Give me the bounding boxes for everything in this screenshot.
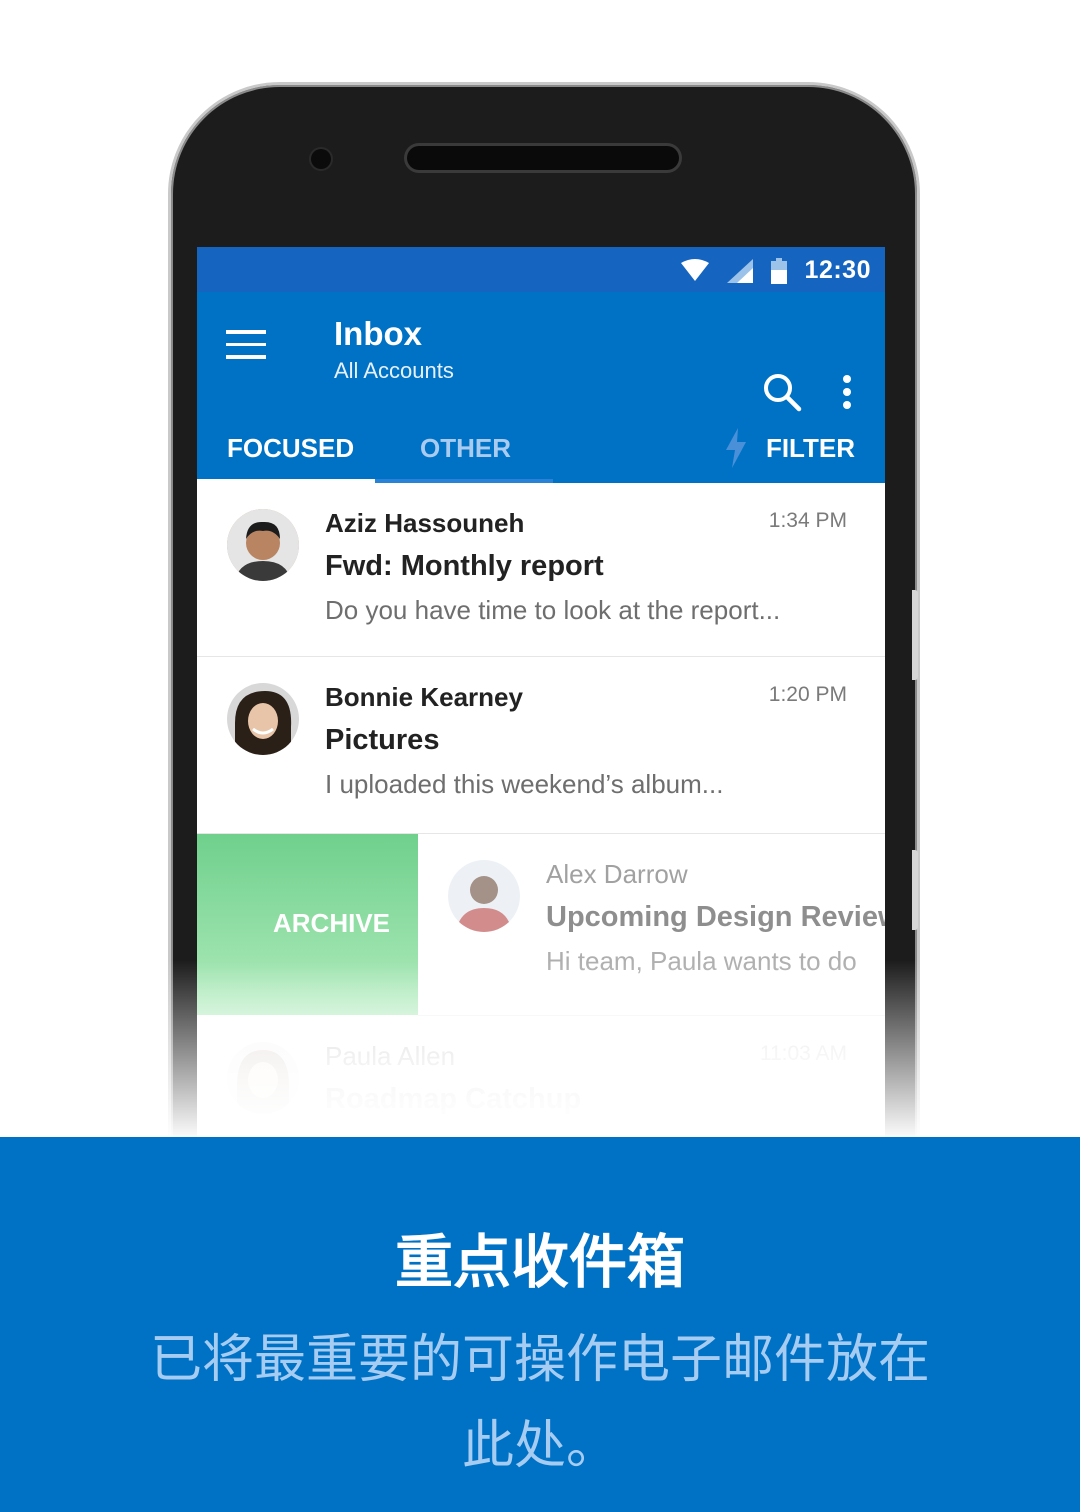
- caption-banner: 重点收件箱 已将最重要的可操作电子邮件放在此处。: [0, 1137, 1080, 1512]
- menu-icon[interactable]: [226, 330, 266, 360]
- page-title: Inbox: [334, 315, 422, 352]
- avatar: [448, 860, 520, 932]
- app-bar: Inbox All Accounts FOCUSED OTHER FILTER: [197, 292, 885, 483]
- filter-label: FILTER: [765, 433, 855, 463]
- message-time: 1:20 PM: [768, 683, 847, 706]
- message-subject: Pictures: [325, 724, 440, 756]
- account-subtitle[interactable]: All Accounts: [334, 354, 454, 388]
- message-preview: Hi team, Paula wants to do: [546, 946, 857, 976]
- status-bar: 12:30: [197, 247, 885, 292]
- message-time: 1:34 PM: [768, 509, 847, 532]
- cell-signal-icon: [726, 258, 753, 283]
- message-subject: Upcoming Design Review: [546, 901, 885, 933]
- status-time: 12:30: [804, 256, 871, 284]
- message-preview: Do you have time to look at the report..…: [325, 595, 781, 625]
- message-row[interactable]: Bonnie Kearney 1:20 PM Pictures I upload…: [197, 657, 885, 834]
- battery-icon: [770, 257, 787, 284]
- filter-button[interactable]: FILTER: [724, 417, 855, 479]
- message-row[interactable]: Paula Allen 11:03 AM Roadmap Catchup: [197, 1016, 885, 1147]
- front-camera: [311, 149, 331, 169]
- more-vert-icon[interactable]: [841, 374, 853, 410]
- power-button: [912, 850, 918, 930]
- message-row-swiped[interactable]: Alex Darrow Upcoming Design Review Hi te…: [418, 834, 885, 1016]
- archive-label: ARCHIVE: [273, 908, 391, 938]
- sender-name: Alex Darrow: [546, 859, 688, 889]
- earpiece-speaker: [407, 146, 679, 170]
- inbox-tabs: FOCUSED OTHER FILTER: [197, 417, 885, 483]
- sender-name: Paula Allen: [325, 1041, 456, 1071]
- caption-title: 重点收件箱: [394, 1228, 685, 1296]
- lightning-icon: [725, 428, 746, 468]
- message-subject: Roadmap Catchup: [325, 1083, 582, 1115]
- tab-other[interactable]: OTHER: [420, 417, 511, 479]
- phone-screen: 12:30 Inbox All Accounts FOCUSED OTHER F…: [197, 247, 885, 1147]
- avatar: [227, 1042, 299, 1114]
- message-row[interactable]: Aziz Hassouneh 1:34 PM Fwd: Monthly repo…: [197, 483, 885, 657]
- wifi-icon: [680, 258, 709, 281]
- avatar: [227, 509, 299, 581]
- message-time: 11:03 AM: [759, 1042, 847, 1065]
- search-icon[interactable]: [762, 372, 802, 412]
- sender-name: Aziz Hassouneh: [325, 508, 525, 538]
- caption-subtitle: 已将最重要的可操作电子邮件放在此处。: [149, 1330, 930, 1476]
- message-preview: I uploaded this weekend’s album...: [325, 769, 724, 799]
- archive-swipe-action[interactable]: ARCHIVE: [197, 834, 418, 1015]
- volume-button: [912, 590, 918, 680]
- tab-focused[interactable]: FOCUSED: [227, 417, 354, 479]
- avatar: [227, 683, 299, 755]
- sender-name: Bonnie Kearney: [325, 682, 523, 712]
- message-subject: Fwd: Monthly report: [325, 550, 604, 582]
